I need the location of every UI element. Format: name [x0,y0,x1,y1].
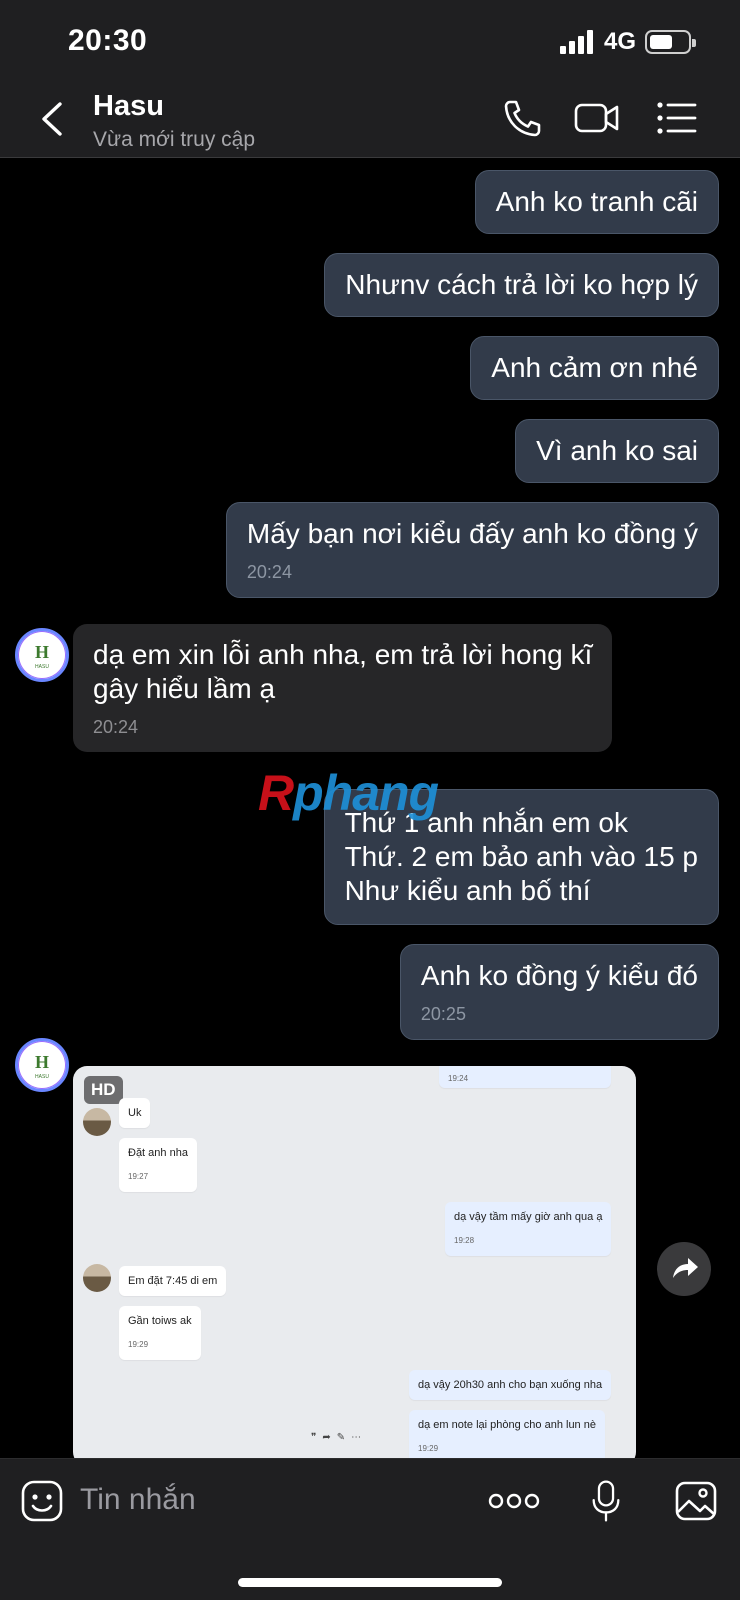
message-time: 20:25 [420,1004,466,1024]
message-bubble-outgoing[interactable]: Nhưnv cách trả lời ko hợp lý [324,253,719,317]
screenshot-bubble: Đặt anh nha 19:27 [119,1138,197,1192]
image-attachment[interactable]: HD 19:24 Uk Đặt anh nha 19:27 dạ vậy tầm… [73,1066,636,1466]
forward-button[interactable] [657,1242,711,1296]
screenshot-bubble: dạ vậy 20h30 anh cho bạn xuống nha [409,1370,612,1400]
screenshot-time: 19:27 [128,1172,149,1181]
screenshot-text: dạ vậy tầm mấy giờ anh qua ạ [454,1211,603,1223]
screenshot-bubble: 19:24 [439,1066,611,1088]
screenshot-text: Em đặt 7:45 di em [128,1275,218,1287]
message-text-line: gây hiểu lầm ạ [93,673,276,704]
screenshot-time: 19:29 [418,1444,439,1453]
screenshot-bubble: Gần toiws ak 19:29 [119,1306,201,1360]
screenshot-time: 19:24 [448,1074,469,1083]
message-text: Nhưnv cách trả lời ko hợp lý [345,269,698,300]
message-text: Mấy bạn nơi kiểu đấy anh ko đồng ý [246,518,698,549]
message-bubble-outgoing[interactable]: Anh cảm ơn nhé [470,336,719,400]
message-text: Anh ko đồng ý kiểu đó [420,960,698,991]
home-indicator [238,1578,502,1587]
screenshot-bubble: Uk [119,1098,151,1128]
message-text: Anh ko tranh cãi [495,186,698,217]
watermark-letter: R [258,765,294,821]
message-bubble-outgoing[interactable]: Anh ko đồng ý kiểu đó 20:25 [399,944,719,1040]
contact-name[interactable]: Hasu [93,90,164,123]
sticker-icon[interactable] [20,1479,64,1523]
screenshot-time: 19:29 [128,1340,149,1349]
hd-badge: HD [84,1076,123,1104]
battery-icon [645,30,696,54]
contact-avatar[interactable]: H HASU [15,628,69,682]
message-input[interactable] [80,1477,460,1523]
message-text-line: dạ em xin lỗi anh nha, em trả lời hong k… [93,639,593,670]
watermark-text: phang [293,765,439,821]
message-time: 20:24 [93,717,139,737]
screenshot-text: dạ vậy 20h30 anh cho bạn xuống nha [418,1379,603,1391]
status-bar: 20:30 4G [0,0,740,84]
contact-avatar[interactable]: H HASU [15,1038,69,1092]
screenshot-bubble: dạ em note lại phòng cho anh lun nè 19:2… [409,1410,605,1464]
screenshot-text: Uk [128,1107,142,1119]
screenshot-time: 19:28 [454,1236,475,1245]
status-time: 20:30 [68,24,148,57]
network-type: 4G [604,28,637,55]
screenshot-avatar [83,1108,111,1136]
screenshot-bubble: Em đặt 7:45 di em [119,1266,227,1296]
message-bubble-outgoing[interactable]: Vì anh ko sai [515,419,719,483]
message-text-line: Như kiểu anh bố thí [344,875,591,906]
list-menu-icon[interactable] [655,98,699,138]
message-text-line: Thứ. 2 em bảo anh vào 15 p [344,841,698,872]
message-text: Vì anh ko sai [536,435,698,466]
message-bubble-outgoing[interactable]: Mấy bạn nơi kiểu đấy anh ko đồng ý 20:24 [225,502,719,598]
message-time: 20:24 [246,562,292,582]
phone-icon[interactable] [500,98,544,138]
video-camera-icon[interactable] [574,98,620,138]
back-chevron-icon[interactable] [34,96,74,142]
screenshot-text: Gần toiws ak [128,1315,192,1327]
message-text: Anh cảm ơn nhé [491,352,698,383]
screenshot-text: Đặt anh nha [128,1147,188,1159]
screenshot-bubble: dạ vậy tầm mấy giờ anh qua ạ 19:28 [445,1202,612,1256]
message-bubble-outgoing[interactable]: Anh ko tranh cãi [474,170,719,234]
screenshot-avatar [83,1264,111,1292]
watermark-logo: Rphang [258,764,439,822]
message-bubble-incoming[interactable]: dạ em xin lỗi anh nha, em trả lời hong k… [73,624,613,752]
screenshot-reaction-toolbar: ❞➦✎⋯ [311,1432,368,1443]
screenshot-text: dạ em note lại phòng cho anh lun nè [418,1419,596,1431]
microphone-icon[interactable] [584,1479,628,1523]
signal-strength-icon [560,30,596,54]
chat-header: Hasu Vừa mới truy cập [0,84,740,158]
contact-status: Vừa mới truy cập [93,128,256,151]
gallery-icon[interactable] [674,1479,718,1523]
more-options-icon[interactable] [488,1479,540,1523]
forward-arrow-icon [673,1258,698,1278]
